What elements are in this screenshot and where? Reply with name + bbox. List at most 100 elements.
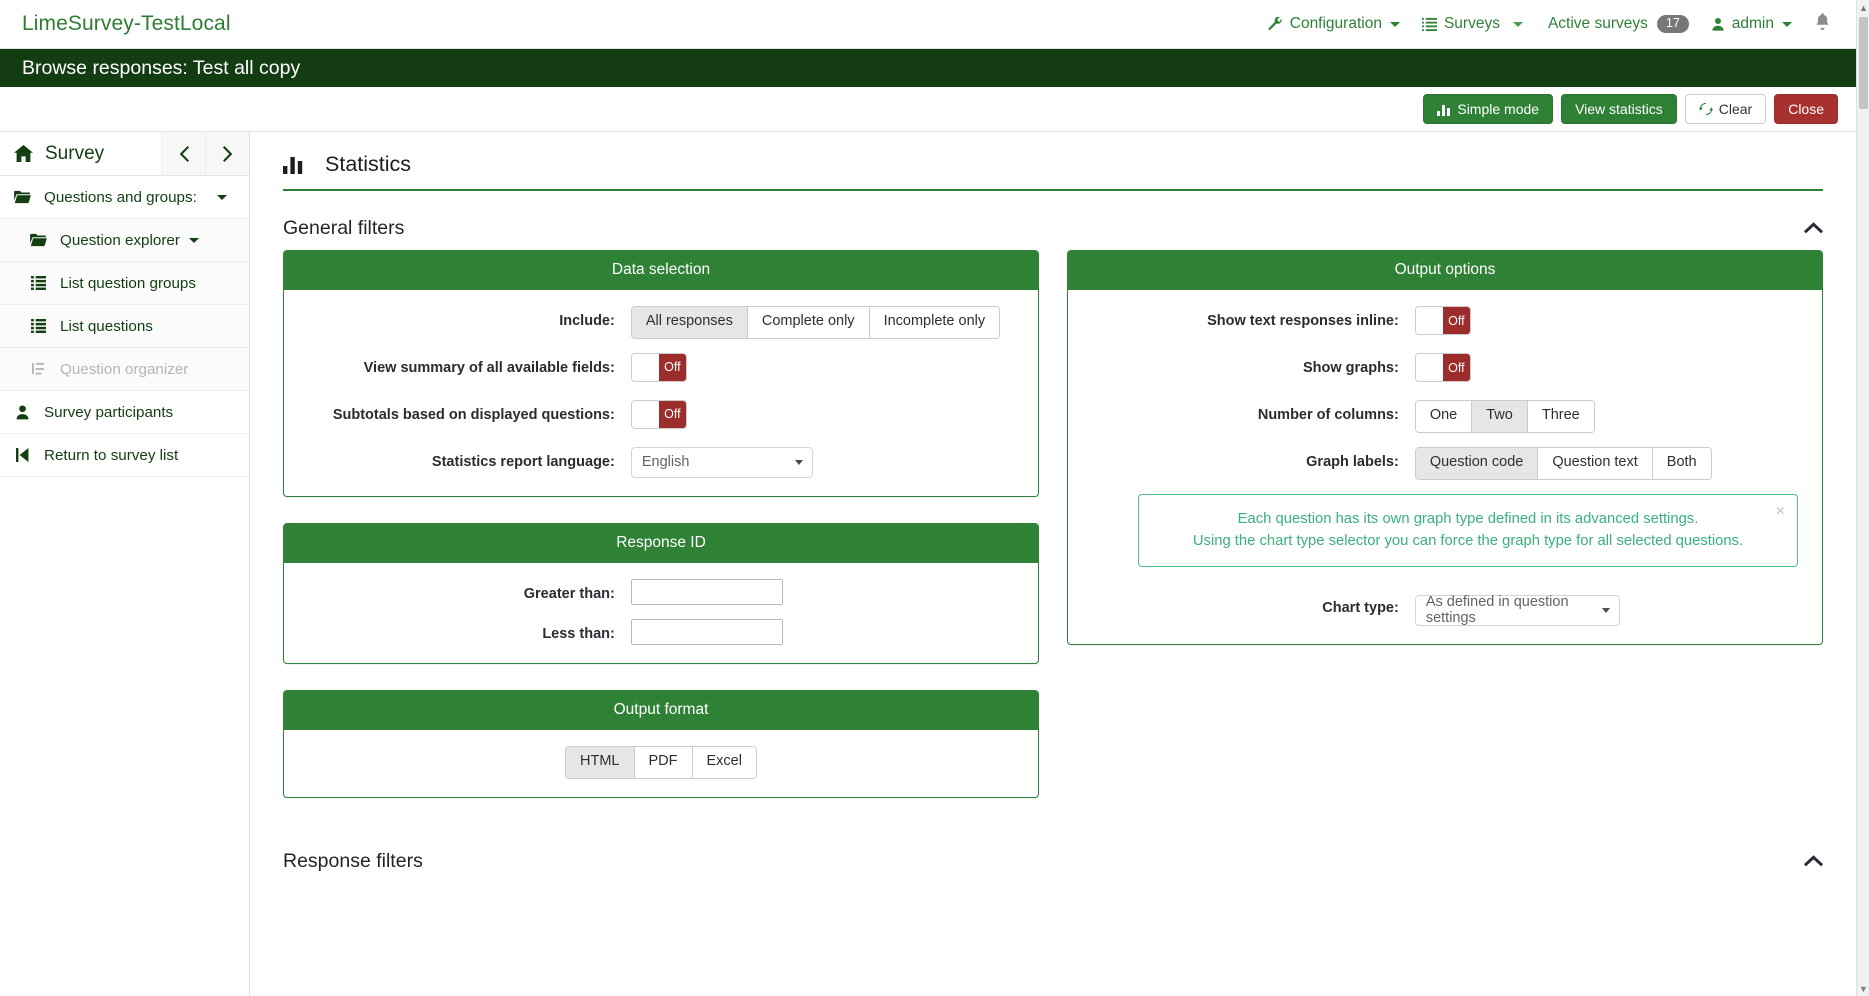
chart-type-select[interactable]: As defined in question settings — [1414, 594, 1620, 626]
show-graphs-toggle[interactable]: Off — [1414, 353, 1471, 382]
toggle-on-half — [631, 400, 659, 428]
sidebar-item-question-organizer-label: Question organizer — [60, 360, 189, 378]
output-format-option-excel[interactable]: Excel — [692, 746, 756, 778]
subtotals-toggle-state: Off — [658, 400, 686, 428]
subtotals-toggle[interactable]: Off — [630, 399, 687, 429]
sidebar-item-list-questions[interactable]: List questions — [0, 305, 249, 348]
nav-item-admin[interactable]: admin — [1700, 0, 1803, 48]
chevron-up-icon[interactable] — [1804, 219, 1823, 238]
chevron-up-icon[interactable] — [1804, 852, 1823, 871]
response-id-title: Response ID — [284, 523, 1038, 563]
alert-line-1: Each question has its own graph type def… — [1237, 510, 1699, 527]
less-than-row: Less than: — [284, 618, 1038, 645]
top-navbar: LimeSurvey-TestLocal Configuration Surve… — [0, 0, 1856, 49]
less-than-label: Less than: — [542, 625, 615, 642]
graph-labels-label: Graph labels: — [1306, 453, 1399, 470]
data-selection-body: Include: All responses Complete only Inc… — [284, 290, 1038, 496]
refresh-icon — [1698, 102, 1713, 116]
sidebar-item-question-explorer[interactable]: Question explorer — [0, 219, 249, 262]
view-summary-row: View summary of all available fields: Of… — [284, 352, 1038, 386]
include-option-incomplete-only[interactable]: Incomplete only — [869, 307, 1000, 338]
report-language-label: Statistics report language: — [431, 453, 615, 470]
output-format-option-html[interactable]: HTML — [566, 746, 635, 778]
include-option-complete-only[interactable]: Complete only — [747, 307, 870, 338]
view-summary-toggle[interactable]: Off — [630, 352, 687, 382]
output-format-option-pdf[interactable]: PDF — [634, 746, 693, 778]
view-summary-control: Off — [630, 352, 1038, 386]
sidebar-nav-arrows — [161, 132, 249, 175]
scroll-up-icon[interactable]: ▲ — [1857, 0, 1869, 15]
show-text-inline-toggle[interactable]: Off — [1414, 306, 1471, 335]
output-format-button-group: HTML PDF Excel — [565, 745, 757, 779]
include-row: Include: All responses Complete only Inc… — [284, 306, 1038, 339]
scrollbar-thumb[interactable] — [1859, 17, 1868, 109]
output-options-title: Output options — [1068, 251, 1822, 290]
show-graphs-row: Show graphs: Off — [1068, 353, 1822, 386]
bell-icon[interactable] — [1803, 13, 1842, 35]
chart-type-row: Chart type: As defined in question setti… — [1068, 593, 1822, 626]
close-button-label: Close — [1788, 101, 1824, 117]
chevron-down-icon — [217, 194, 227, 200]
chevron-down-icon — [1782, 21, 1792, 27]
view-statistics-button[interactable]: View statistics — [1561, 94, 1677, 124]
nav-item-active-surveys[interactable]: Active surveys 17 — [1537, 0, 1700, 48]
simple-mode-button[interactable]: Simple mode — [1423, 94, 1554, 124]
nav-item-configuration-label: Configuration — [1289, 15, 1382, 32]
sidebar-item-questions-and-groups-label: Questions and groups: — [44, 188, 197, 206]
filters-columns: Data selection Include: All responses Co… — [283, 250, 1823, 824]
include-option-all-responses[interactable]: All responses — [631, 307, 748, 338]
show-graphs-toggle-state: Off — [1442, 354, 1470, 381]
report-language-select[interactable]: English — [630, 446, 813, 478]
greater-than-input[interactable] — [630, 578, 783, 605]
data-selection-title: Data selection — [284, 251, 1038, 290]
graph-labels-option-both[interactable]: Both — [1652, 447, 1711, 479]
chevron-right-icon[interactable] — [205, 132, 249, 175]
number-of-columns-label: Number of columns: — [1257, 407, 1399, 423]
sidebar-item-list-questions-label: List questions — [60, 317, 153, 335]
close-button[interactable]: Close — [1774, 94, 1838, 124]
sidebar-item-return-to-survey-list[interactable]: Return to survey list — [0, 434, 249, 477]
nav-item-surveys[interactable]: Surveys — [1411, 0, 1511, 48]
clear-button[interactable]: Clear — [1684, 94, 1767, 124]
graph-labels-option-question-text[interactable]: Question text — [1538, 447, 1653, 479]
statistics-title: Statistics — [325, 152, 412, 176]
sidebar-item-list-question-groups[interactable]: List question groups — [0, 262, 249, 305]
report-language-value: English — [641, 454, 690, 471]
main-content: Statistics General filters Data selectio… — [250, 132, 1856, 996]
organize-icon — [30, 362, 47, 376]
page-scrollbar[interactable]: ▲ ▼ — [1856, 0, 1869, 996]
home-icon — [14, 145, 33, 162]
columns-option-three[interactable]: Three — [1527, 401, 1594, 432]
folder-open-icon — [30, 233, 47, 247]
close-icon[interactable]: × — [1776, 503, 1785, 520]
show-graphs-label: Show graphs: — [1302, 360, 1399, 376]
sidebar-item-questions-and-groups[interactable]: Questions and groups: — [0, 176, 249, 219]
graph-labels-option-question-code[interactable]: Question code — [1415, 447, 1539, 479]
page-title: Browse responses: Test all copy — [22, 56, 301, 79]
view-statistics-button-label: View statistics — [1575, 101, 1663, 117]
output-format-title: Output format — [284, 690, 1038, 730]
clear-button-label: Clear — [1718, 101, 1753, 117]
sidebar-item-list-question-groups-label: List question groups — [60, 274, 196, 292]
sidebar-header-label: Survey — [45, 142, 105, 164]
nav-item-configuration[interactable]: Configuration — [1257, 0, 1411, 48]
step-backward-icon — [14, 448, 31, 462]
sidebar-item-survey-participants[interactable]: Survey participants — [0, 391, 249, 434]
chart-type-label: Chart type: — [1322, 600, 1399, 617]
less-than-input[interactable] — [630, 618, 783, 645]
columns-option-two[interactable]: Two — [1472, 401, 1528, 432]
output-format-panel: Output format HTML PDF Excel — [283, 689, 1039, 798]
list-ul-icon — [30, 319, 47, 333]
show-text-inline-control: Off — [1414, 306, 1822, 339]
scroll-down-icon[interactable]: ▼ — [1857, 981, 1869, 996]
nav-item-surveys-label: Surveys — [1443, 15, 1500, 32]
sidebar-item-survey-participants-label: Survey participants — [44, 403, 174, 421]
brand-title[interactable]: LimeSurvey-TestLocal — [22, 12, 231, 36]
sidebar-header-survey[interactable]: Survey — [0, 143, 161, 165]
sidebar-header: Survey — [0, 132, 249, 176]
general-filters-header: General filters — [283, 191, 1823, 250]
columns-option-one[interactable]: One — [1415, 401, 1473, 432]
chevron-left-icon[interactable] — [161, 132, 205, 175]
show-graphs-control: Off — [1414, 353, 1822, 386]
chevron-down-icon[interactable] — [1512, 21, 1523, 27]
